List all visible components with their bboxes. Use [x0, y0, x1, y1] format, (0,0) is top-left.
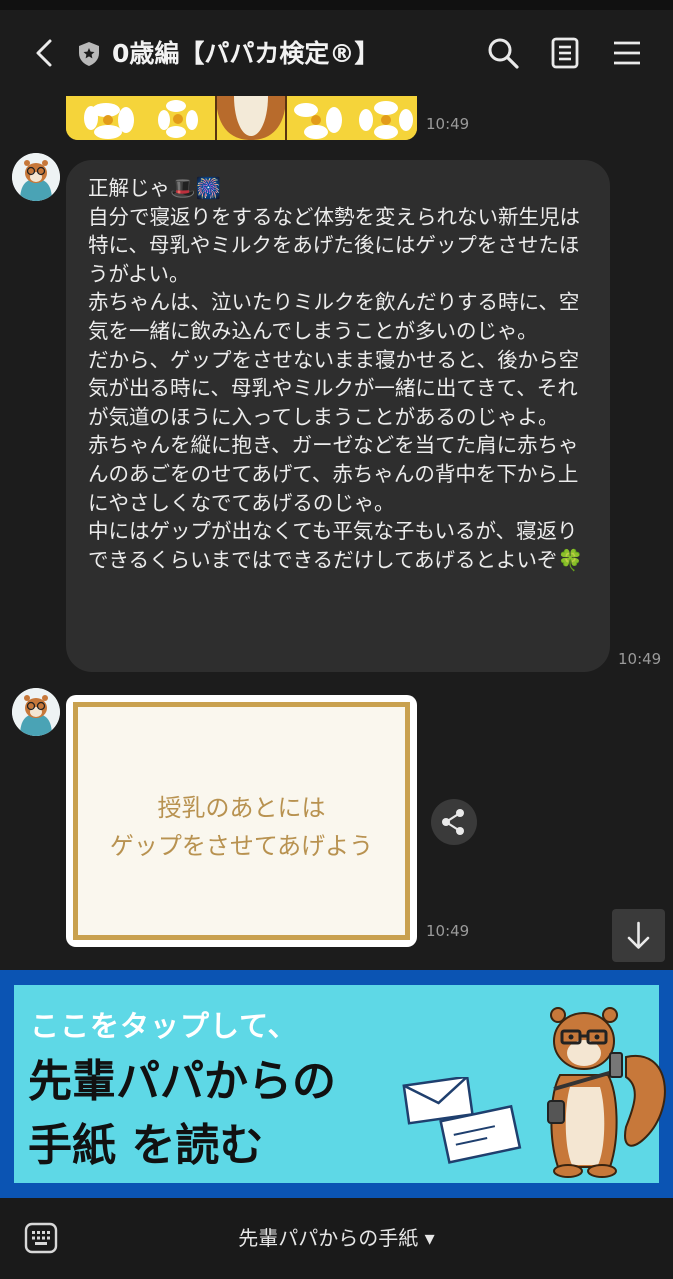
share-icon: [442, 809, 464, 835]
chat-title[interactable]: 0歳編【パパカ検定®】: [112, 34, 379, 70]
letters-icon: [402, 1077, 522, 1164]
chat-area[interactable]: 10:49 正解じゃ🎩🎆 自分で寝返りをするなど体勢を変えられない新生児は特に、…: [0, 96, 673, 970]
menu-icon[interactable]: [610, 36, 644, 70]
notes-icon[interactable]: [548, 36, 582, 70]
search-icon[interactable]: [486, 36, 520, 70]
squirrel-mascot: [547, 1007, 666, 1178]
banner-subtitle: ここをタップして、: [30, 1009, 298, 1043]
message-image-card[interactable]: 授乳のあとには ゲップをさせてあげよう: [66, 695, 417, 947]
message-text: 正解じゃ🎩🎆 自分で寝返りをするなど体勢を変えられない新生児は特に、母乳やミルク…: [88, 176, 583, 572]
message-time: 10:49: [618, 650, 662, 668]
message-time: 10:49: [426, 115, 470, 133]
banner-title-line1: 先輩パパからの: [28, 1056, 336, 1107]
status-bar: [0, 0, 673, 10]
rich-menu-banner[interactable]: ここをタップして、 先輩パパからの 手紙 を読む: [0, 970, 673, 1198]
banner-title-line2: 手紙 を読む: [28, 1120, 264, 1171]
flower-illustration: [66, 96, 417, 140]
shield-icon: [79, 42, 99, 66]
scroll-to-bottom-button[interactable]: [612, 909, 665, 962]
message-bubble[interactable]: 正解じゃ🎩🎆 自分で寝返りをするなど体勢を変えられない新生児は特に、母乳やミルク…: [66, 160, 610, 672]
card-text: 授乳のあとには ゲップをさせてあげよう: [109, 794, 374, 860]
arrow-down-icon: [627, 921, 650, 949]
chat-header: 0歳編【パパカ検定®】: [0, 10, 673, 96]
card-frame: 授乳のあとには ゲップをさせてあげよう: [73, 702, 410, 940]
bottom-menu-bar: 先輩パパからの手紙 ▾: [0, 1198, 673, 1279]
avatar[interactable]: [12, 688, 60, 736]
share-button[interactable]: [431, 799, 477, 845]
message-time: 10:49: [426, 922, 470, 940]
message-image[interactable]: [66, 96, 417, 140]
avatar[interactable]: [12, 153, 60, 201]
banner-panel: ここをタップして、 先輩パパからの 手紙 を読む: [14, 985, 666, 1183]
back-icon[interactable]: [30, 38, 58, 68]
rich-menu-toggle[interactable]: 先輩パパからの手紙 ▾: [0, 1222, 673, 1251]
